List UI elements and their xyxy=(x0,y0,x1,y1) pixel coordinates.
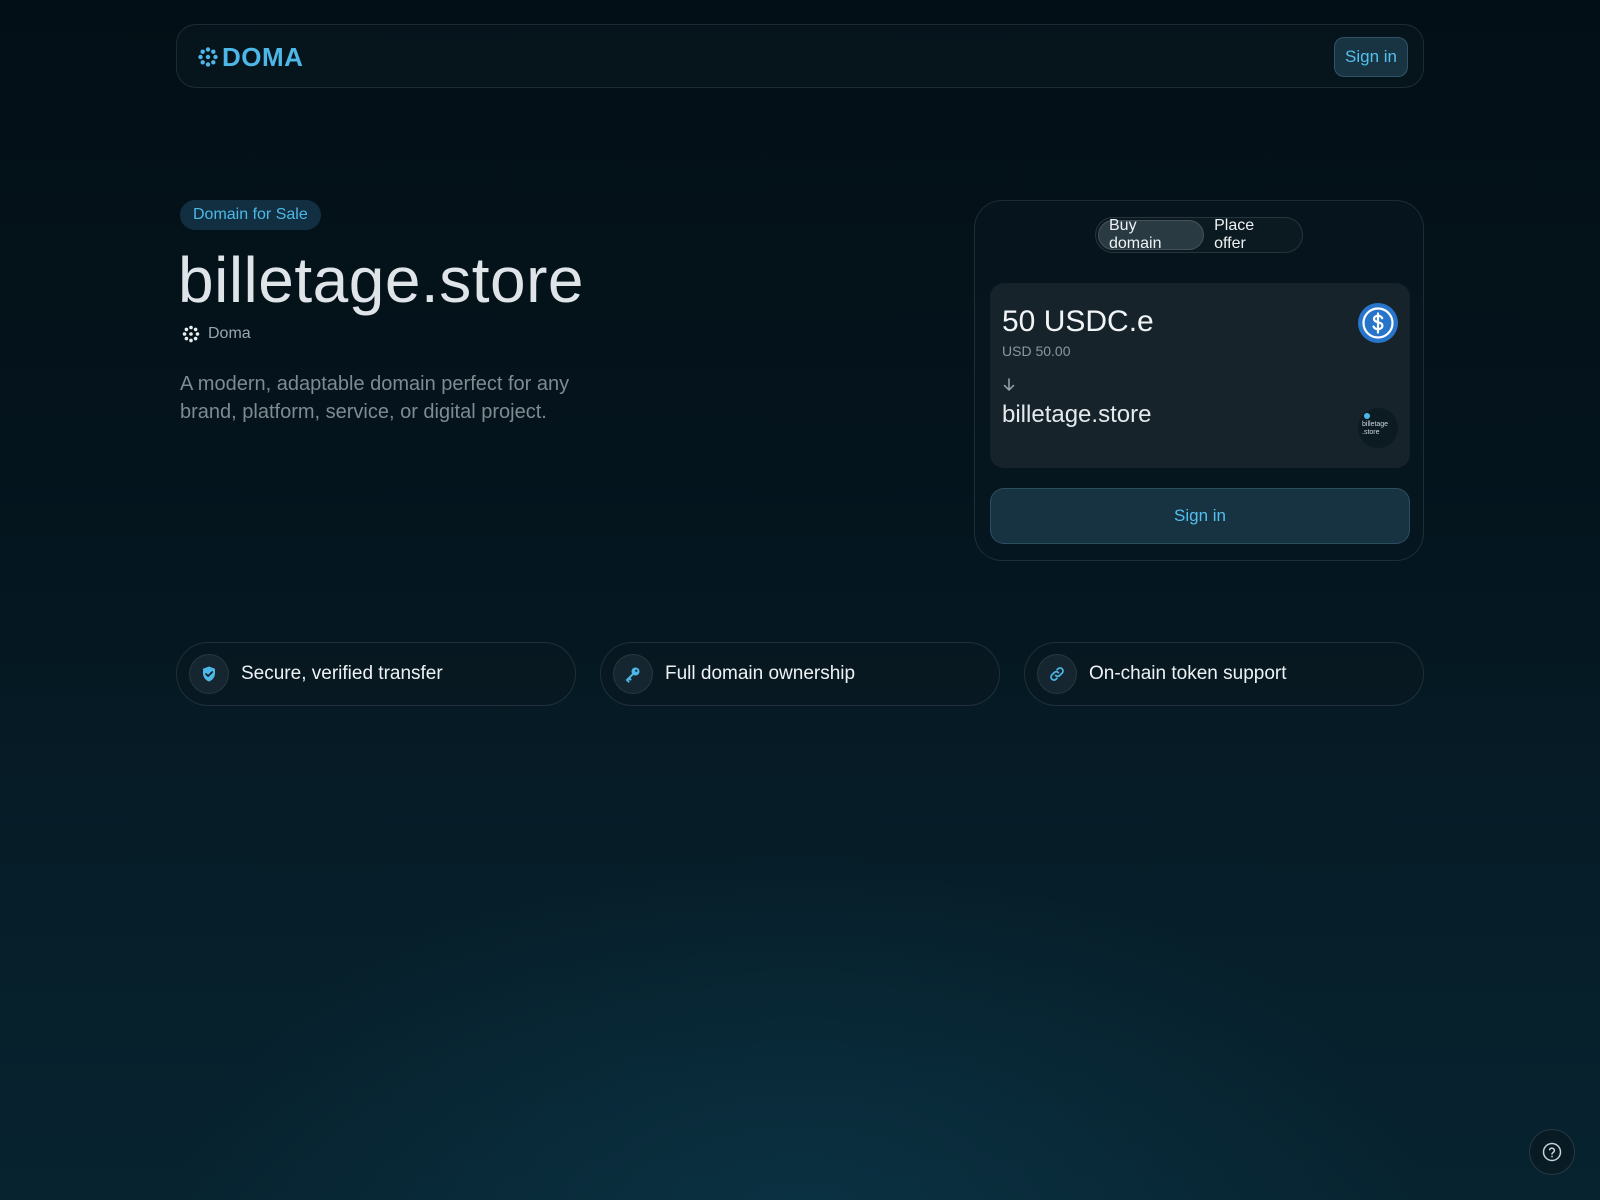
feature-onchain-support: On-chain token support xyxy=(1024,642,1424,706)
tab-place-offer[interactable]: Place offer xyxy=(1204,217,1300,252)
top-navbar: DOMA Sign in xyxy=(176,24,1424,88)
feature-icon-container xyxy=(189,654,229,694)
panel-domain-name: billetage.store xyxy=(1002,401,1152,428)
feature-label: On-chain token support xyxy=(1089,663,1287,684)
thumbnail-text: billetage .store xyxy=(1362,421,1388,437)
thumbnail-logo-icon xyxy=(1364,413,1370,419)
feature-icon-container xyxy=(613,654,653,694)
question-circle-icon xyxy=(1542,1142,1562,1162)
feature-label: Full domain ownership xyxy=(665,663,856,684)
shield-check-icon xyxy=(203,666,215,682)
card-signin-button[interactable]: Sign in xyxy=(990,488,1410,544)
registrar-info: Doma xyxy=(182,324,251,344)
key-icon xyxy=(625,667,640,683)
price-amount: 50 USDC.e xyxy=(1002,305,1154,338)
doma-logo-icon xyxy=(198,47,218,67)
help-button[interactable] xyxy=(1529,1129,1575,1175)
swap-panel: 50 USDC.e USD 50.00 billetage.store bill… xyxy=(990,283,1410,468)
domain-title: billetage.store xyxy=(178,244,584,316)
domain-description: A modern, adaptable domain perfect for a… xyxy=(180,373,570,423)
for-sale-badge: Domain for Sale xyxy=(180,200,321,230)
doma-logo[interactable]: DOMA xyxy=(198,41,304,72)
price-usd: USD 50.00 xyxy=(1002,343,1071,359)
purchase-tabs: Buy domain Place offer xyxy=(1095,217,1303,253)
thumbnail-text-line2: .store xyxy=(1362,429,1380,436)
usdc-icon xyxy=(1358,303,1398,343)
feature-domain-ownership: Full domain ownership xyxy=(600,642,1000,706)
registrar-name: Doma xyxy=(208,325,251,342)
feature-icon-container xyxy=(1037,654,1077,694)
purchase-card: Buy domain Place offer 50 USDC.e USD 50.… xyxy=(974,200,1424,561)
link-icon xyxy=(1050,667,1064,681)
doma-small-icon xyxy=(182,325,200,343)
tab-buy-domain[interactable]: Buy domain xyxy=(1098,217,1205,252)
feature-label: Secure, verified transfer xyxy=(241,663,443,684)
feature-secure-transfer: Secure, verified transfer xyxy=(176,642,576,706)
header-signin-button[interactable]: Sign in xyxy=(1334,37,1408,77)
thumbnail-text-line1: billetage xyxy=(1362,421,1389,428)
arrow-down-icon xyxy=(1003,378,1015,391)
domain-thumbnail: billetage .store xyxy=(1358,408,1398,448)
logo-text: DOMA xyxy=(222,41,304,72)
